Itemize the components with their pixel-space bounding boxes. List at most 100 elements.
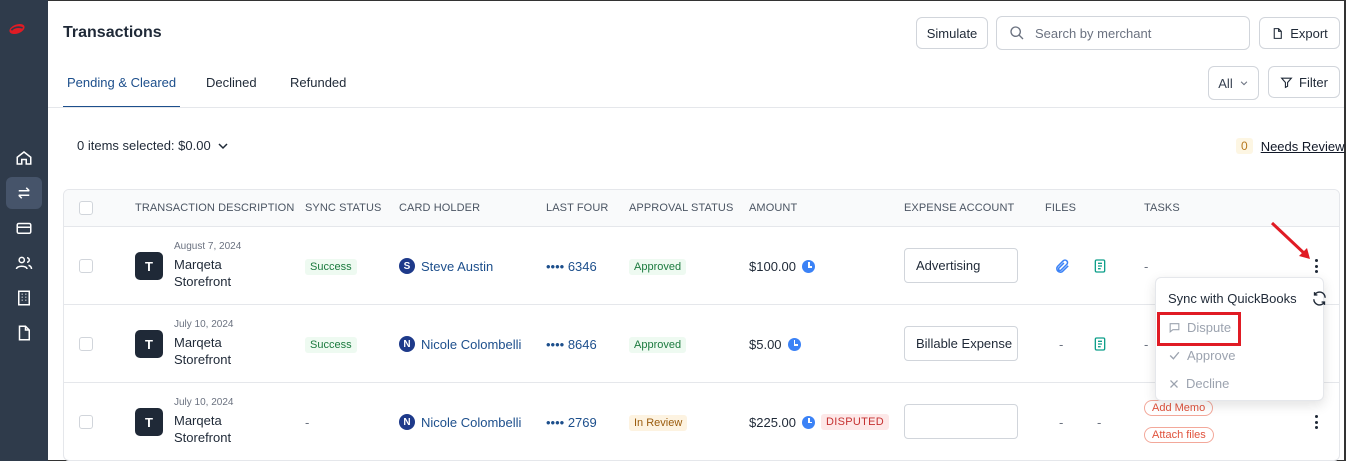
table-row[interactable]: T August 7, 2024 Marqeta Storefront Succe… <box>64 227 1339 305</box>
close-icon <box>1170 379 1178 388</box>
nav-cards[interactable] <box>6 212 42 244</box>
holder-avatar: S <box>399 258 415 274</box>
row-checkbox[interactable] <box>79 337 93 351</box>
transfer-arrows-icon <box>18 187 30 199</box>
row-actions-button[interactable] <box>1310 412 1322 432</box>
filter-button[interactable]: Filter <box>1268 66 1340 98</box>
column-header: TRANSACTION DESCRIPTION <box>135 202 295 214</box>
menu-approve[interactable]: Approve <box>1168 348 1235 363</box>
document-icon <box>18 325 30 341</box>
home-icon <box>16 151 32 165</box>
amount: $5.00 <box>749 337 801 352</box>
transactions-table: TRANSACTION DESCRIPTION SYNC STATUS CARD… <box>63 189 1340 461</box>
search-box[interactable] <box>996 16 1250 50</box>
funnel-icon <box>1280 77 1293 88</box>
table-row[interactable]: T July 10, 2024 Marqeta Storefront - N Nic… <box>64 383 1339 460</box>
needs-review-link[interactable]: Needs Review <box>1261 139 1345 154</box>
export-button[interactable]: Export <box>1259 17 1340 49</box>
row-checkbox[interactable] <box>79 415 93 429</box>
check-icon <box>1169 351 1180 360</box>
approval-status-badge: Approved <box>629 259 687 275</box>
merchant-avatar: T <box>135 330 163 358</box>
chevron-down-icon <box>218 142 228 149</box>
tab-refunded[interactable]: Refunded <box>290 62 346 108</box>
card-holder[interactable]: N Nicole Colombelli <box>399 336 521 352</box>
tasks-empty: - <box>1144 259 1149 274</box>
nav-people[interactable] <box>6 247 42 279</box>
expense-account-select[interactable] <box>904 404 1018 439</box>
nav-home[interactable] <box>6 142 42 174</box>
approval-status-badge: In Review <box>629 415 688 431</box>
search-input[interactable] <box>1035 25 1235 41</box>
card-holder[interactable]: S Steve Austin <box>399 258 493 274</box>
merchant-name: Marqeta Storefront <box>174 335 232 367</box>
table-row[interactable]: T July 10, 2024 Marqeta Storefront Succes… <box>64 305 1339 383</box>
nav-documents[interactable] <box>6 317 42 349</box>
building-icon <box>18 290 30 306</box>
paperclip-icon[interactable] <box>1054 258 1071 275</box>
table-header: TRANSACTION DESCRIPTION SYNC STATUS CARD… <box>64 190 1339 227</box>
transaction-date: July 10, 2024 <box>174 397 234 408</box>
merchant-name: Marqeta Storefront <box>174 413 232 445</box>
select-all-checkbox[interactable] <box>79 201 93 215</box>
files-empty: - <box>1097 415 1102 430</box>
brand-logo[interactable] <box>8 20 40 44</box>
receipt-icon[interactable] <box>1092 335 1108 353</box>
merchant-name: Marqeta Storefront <box>174 257 232 289</box>
simulate-button[interactable]: Simulate <box>916 17 988 49</box>
expense-account-select[interactable]: Billable Expense <box>904 326 1018 361</box>
menu-decline[interactable]: Decline <box>1168 376 1229 391</box>
clock-icon[interactable] <box>802 260 815 273</box>
receipt-icon[interactable] <box>1092 257 1108 275</box>
clock-icon[interactable] <box>802 415 815 429</box>
nav-transactions[interactable] <box>6 177 42 209</box>
chevron-down-icon <box>1240 81 1248 86</box>
amount: $225.00 DISPUTED <box>749 414 890 430</box>
column-header: CARD HOLDER <box>399 202 481 214</box>
merchant-avatar: T <box>135 252 163 280</box>
needs-review: 0 Needs Review <box>1236 138 1345 154</box>
row-checkbox[interactable] <box>79 259 93 273</box>
add-memo-chip[interactable]: Add Memo <box>1144 400 1214 416</box>
selection-summary[interactable]: 0 items selected: $0.00 <box>77 138 229 153</box>
merchant-avatar: T <box>135 408 163 436</box>
column-header: SYNC STATUS <box>305 202 382 214</box>
tabs-divider <box>48 107 1344 108</box>
files-empty: - <box>1059 415 1064 430</box>
annotation-arrow-icon <box>1270 221 1310 259</box>
approval-status-badge: Approved <box>629 337 687 353</box>
last-four[interactable]: •••• 6346 <box>546 259 597 274</box>
attach-files-chip[interactable]: Attach files <box>1144 427 1214 443</box>
column-header: LAST FOUR <box>546 202 609 214</box>
sidebar <box>0 0 48 461</box>
nav-company[interactable] <box>6 282 42 314</box>
sync-status-badge: Success <box>305 259 357 275</box>
sync-icon <box>1312 291 1326 306</box>
search-icon <box>1010 26 1024 40</box>
needs-review-count: 0 <box>1236 138 1253 154</box>
transaction-date: August 7, 2024 <box>174 241 242 252</box>
tab-declined[interactable]: Declined <box>206 62 257 108</box>
sync-status-empty: - <box>305 415 310 430</box>
users-icon <box>15 256 33 270</box>
column-header: EXPENSE ACCOUNT <box>904 202 1015 214</box>
last-four[interactable]: •••• 8646 <box>546 337 597 352</box>
tab-pending-cleared[interactable]: Pending & Cleared <box>63 62 181 108</box>
status-select[interactable]: All <box>1208 66 1259 100</box>
column-header: AMOUNT <box>749 202 798 214</box>
files-empty: - <box>1059 337 1064 352</box>
expense-account-select[interactable]: Advertising <box>904 248 1018 283</box>
disputed-badge: DISPUTED <box>821 414 890 430</box>
card-holder[interactable]: N Nicole Colombelli <box>399 414 521 430</box>
column-header: TASKS <box>1144 202 1180 214</box>
tasks-empty: - <box>1144 337 1149 352</box>
transaction-date: July 10, 2024 <box>174 319 234 330</box>
last-four[interactable]: •••• 2769 <box>546 415 597 430</box>
menu-sync-quickbooks[interactable]: Sync with QuickBooks <box>1168 290 1328 307</box>
file-export-icon <box>1273 27 1283 39</box>
clock-icon[interactable] <box>787 338 801 351</box>
dispute-highlight-box <box>1157 312 1241 346</box>
holder-avatar: N <box>399 336 415 352</box>
holder-avatar: N <box>399 414 415 430</box>
credit-card-icon <box>16 222 32 234</box>
